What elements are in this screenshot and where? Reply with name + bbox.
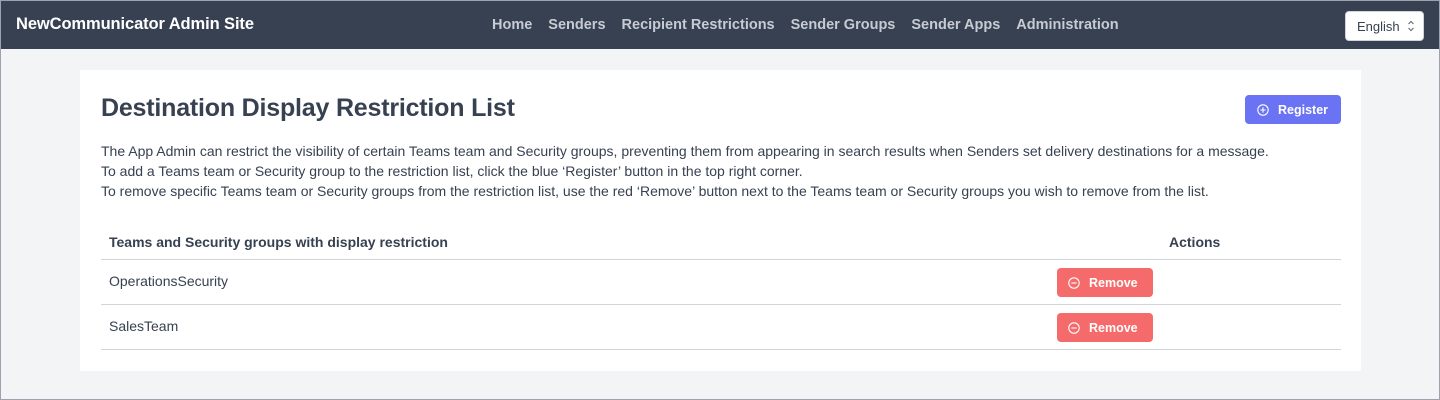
nav-home[interactable]: Home [492, 17, 532, 33]
nav-recipient-restrictions[interactable]: Recipient Restrictions [622, 17, 775, 33]
minus-circle-icon [1068, 276, 1080, 289]
nav-sender-groups[interactable]: Sender Groups [791, 17, 896, 33]
site-brand[interactable]: NewCommunicator Admin Site [16, 15, 254, 34]
main-nav: Home Senders Recipient Restrictions Send… [492, 1, 1135, 49]
description-line: To add a Teams team or Security group to… [101, 163, 803, 179]
group-name: OperationsSecurity [109, 273, 229, 289]
nav-sender-apps[interactable]: Sender Apps [911, 17, 1000, 33]
page-description: The App Admin can restrict the visibilit… [101, 141, 1346, 201]
restriction-table: Teams and Security groups with display r… [101, 225, 1341, 350]
language-select[interactable]: English [1345, 11, 1424, 41]
remove-label: Remove [1089, 320, 1138, 335]
remove-label: Remove [1089, 275, 1138, 290]
table-row: OperationsSecurity Remove [101, 260, 1341, 305]
group-name: SalesTeam [109, 318, 179, 334]
page-title: Destination Display Restriction List [101, 94, 515, 122]
content-card: Destination Display Restriction List Reg… [80, 70, 1361, 371]
top-navbar: NewCommunicator Admin Site Home Senders … [1, 1, 1439, 49]
register-label: Register [1278, 102, 1329, 117]
description-line: The App Admin can restrict the visibilit… [101, 143, 1269, 159]
table-row: SalesTeam Remove [101, 305, 1341, 350]
remove-button[interactable]: Remove [1057, 268, 1153, 297]
table-header: Teams and Security groups with display r… [101, 225, 1341, 260]
chevron-up-down-icon [1408, 20, 1414, 32]
register-button[interactable]: Register [1245, 95, 1341, 124]
nav-administration[interactable]: Administration [1016, 17, 1118, 33]
app-window: NewCommunicator Admin Site Home Senders … [0, 0, 1440, 400]
column-header-groups: Teams and Security groups with display r… [109, 234, 448, 250]
nav-senders[interactable]: Senders [548, 17, 605, 33]
plus-circle-icon [1257, 103, 1269, 116]
minus-circle-icon [1068, 321, 1080, 334]
language-value: English [1357, 18, 1400, 34]
column-header-actions: Actions [1169, 234, 1221, 250]
remove-button[interactable]: Remove [1057, 313, 1153, 342]
description-line: To remove specific Teams team or Securit… [101, 183, 1209, 199]
